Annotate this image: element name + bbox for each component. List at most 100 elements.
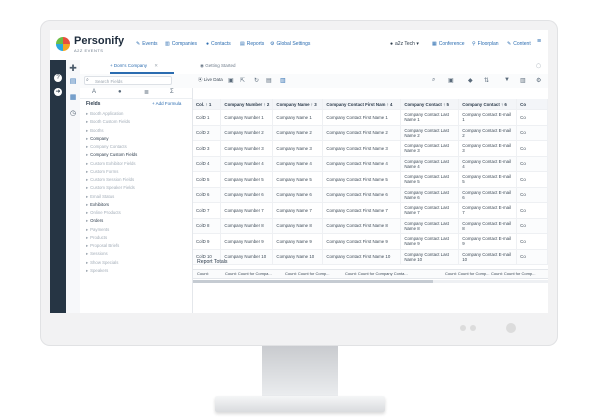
table-cell[interactable]: ColD 5 [193,171,222,188]
nav-conference[interactable]: ▦ Conference [432,41,465,47]
table-cell[interactable]: Company Contact E-mail 8 [458,218,518,234]
grid-settings-icon[interactable]: ▤ [266,77,272,84]
table-cell[interactable]: Company Name 10 [272,249,324,265]
sort-icon[interactable]: ⇅ [484,77,489,84]
table-cell[interactable]: Company Contact First Name 5 [322,171,402,188]
nav-reports[interactable]: ▤ Reports [240,41,264,47]
table-cell[interactable]: ColD 6 [193,187,222,203]
table-cell[interactable]: Company Name 4 [272,156,324,172]
scrollbar-thumb[interactable] [193,280,433,283]
column-header[interactable]: Company Contact ↑ 5 [400,99,460,110]
table-cell[interactable]: Co [516,125,548,141]
nav-floorplan[interactable]: ⚲ Floorplan [472,41,499,47]
settings-circle-icon[interactable]: ◯ [536,63,541,69]
table-cell[interactable]: Company Contact E-mail 9 [458,233,518,250]
tab-doms-company[interactable]: + Dom's Company ✕ [110,63,158,69]
field-item[interactable]: ▸ Custom Session Fields [86,176,186,184]
table-cell[interactable]: Company Contact Last Name 10 [400,249,460,265]
table-cell[interactable]: Company Contact First Name 4 [322,156,402,172]
table-cell[interactable]: Company Contact Last Name 3 [400,140,460,157]
list-icon[interactable]: ≣ [144,89,149,96]
table-cell[interactable]: Company Contact First Name 6 [322,187,402,203]
table-cell[interactable]: Company Contact First Name 7 [322,202,402,219]
save-icon[interactable]: ▣ [228,77,234,84]
field-item[interactable]: ▸ Custom Exhibitor Fields [86,160,186,168]
table-cell[interactable]: Company Contact E-mail 10 [458,249,518,265]
table-cell[interactable]: Company Name 6 [272,187,324,203]
nav-contacts[interactable]: ● Contacts [206,41,231,47]
field-item[interactable]: ▸ Booth Custom Fields [86,118,186,126]
table-cell[interactable]: ColD 8 [193,218,222,234]
table-icon[interactable]: ▦ [69,94,77,102]
field-item[interactable]: ▸ Company [86,135,186,143]
field-item[interactable]: ▸ Email Status [86,193,186,201]
table-cell[interactable]: Company Contact Last Name 4 [400,156,460,172]
field-item[interactable]: ▸ Custom Speaker Fields [86,184,186,192]
table-cell[interactable]: Company Contact First Name 9 [322,233,402,250]
table-cell[interactable]: Co [516,109,548,126]
table-cell[interactable]: Company Number 4 [220,156,274,172]
table-cell[interactable]: Co [516,233,548,250]
field-item[interactable]: ▸ Proposal Briefs [86,242,186,250]
nav-global-settings[interactable]: ⚙ Global Settings [270,41,310,47]
table-cell[interactable]: Company Name 8 [272,218,324,234]
table-row[interactable]: ColD 6 Company Number 6 Company Name 6 Comp… [193,187,548,203]
table-row[interactable]: ColD 10 Company Number 10 Company Name 10 C… [193,249,548,265]
table-cell[interactable]: Company Number 5 [220,171,274,188]
table-cell[interactable]: Company Contact Last Name 5 [400,171,460,188]
table-cell[interactable]: Company Contact Last Name 2 [400,125,460,141]
tab-getting-started[interactable]: ◉ Getting Started [200,63,235,69]
field-item[interactable]: ▸ Custom Forms [86,168,186,176]
table-cell[interactable]: Company Name 1 [272,109,324,126]
table-row[interactable]: ColD 5 Company Number 5 Company Name 5 Comp… [193,171,548,188]
nav-events[interactable]: ✎ Events [136,41,158,47]
horizontal-scrollbar[interactable] [193,280,548,283]
table-cell[interactable]: Co [516,156,548,172]
field-item[interactable]: ▸ Online Products [86,209,186,217]
column-header[interactable]: Company Contact First Nam ↑ 4 [322,99,402,110]
settings-icon[interactable]: ⚙ [536,77,541,84]
table-cell[interactable]: Company Contact Last Name 7 [400,202,460,219]
refresh-icon[interactable]: ↻ [254,77,259,84]
table-cell[interactable]: Company Contact E-mail 6 [458,187,518,203]
table-cell[interactable]: Co [516,187,548,203]
field-item[interactable]: ▸ Booth Application [86,110,186,118]
hamburger-menu-icon[interactable]: ≡ [537,38,541,45]
table-cell[interactable]: Company Contact First Name 10 [322,249,402,265]
user-menu[interactable]: ● a2z Tech ▾ [390,41,419,47]
table-cell[interactable]: Company Contact E-mail 3 [458,140,518,157]
table-row[interactable]: ColD 4 Company Number 4 Company Name 4 Comp… [193,156,548,172]
column-header[interactable]: Col. ↑ 1 [193,99,222,110]
table-cell[interactable]: Company Name 2 [272,125,324,141]
table-cell[interactable]: Company Number 10 [220,249,274,265]
field-item[interactable]: ▸ Show Specials [86,259,186,267]
table-row[interactable]: ColD 7 Company Number 7 Company Name 7 Comp… [193,202,548,219]
nav-content[interactable]: ✎ Content [507,41,531,47]
table-cell[interactable]: ColD 2 [193,125,222,141]
frame-icon[interactable]: ▣ [448,77,454,84]
table-cell[interactable]: ColD 9 [193,233,222,250]
export-icon[interactable]: ⇱ [240,77,245,84]
table-cell[interactable]: Company Name 7 [272,202,324,219]
table-cell[interactable]: Co [516,249,548,265]
table-cell[interactable]: ColD 4 [193,156,222,172]
close-icon[interactable]: ✕ [154,63,158,68]
table-row[interactable]: ColD 8 Company Number 8 Company Name 8 Comp… [193,218,548,234]
table-cell[interactable]: Company Number 2 [220,125,274,141]
bar-chart-icon[interactable]: ▥ [520,77,526,84]
text-icon[interactable]: A [92,89,96,95]
sigma-icon[interactable]: Σ [170,89,174,95]
table-cell[interactable]: Company Contact E-mail 4 [458,156,518,172]
field-item[interactable]: ▸ Orders [86,217,186,225]
table-cell[interactable]: Company Number 3 [220,140,274,157]
table-cell[interactable]: Company Name 3 [272,140,324,157]
table-cell[interactable]: Company Contact First Name 1 [322,109,402,126]
filter-icon[interactable]: ▼ [504,77,510,83]
table-row[interactable]: ColD 3 Company Number 3 Company Name 3 Comp… [193,140,548,157]
table-row[interactable]: ColD 1 Company Number 1 Company Name 1 Comp… [193,109,548,126]
table-cell[interactable]: Company Contact Last Name 9 [400,233,460,250]
table-cell[interactable]: Company Contact Last Name 1 [400,109,460,126]
zoom-icon[interactable]: ⌕ [432,77,435,84]
field-item[interactable]: ▸ Speakers [86,267,186,275]
column-header[interactable]: Company Number ↑ 2 [220,99,274,110]
